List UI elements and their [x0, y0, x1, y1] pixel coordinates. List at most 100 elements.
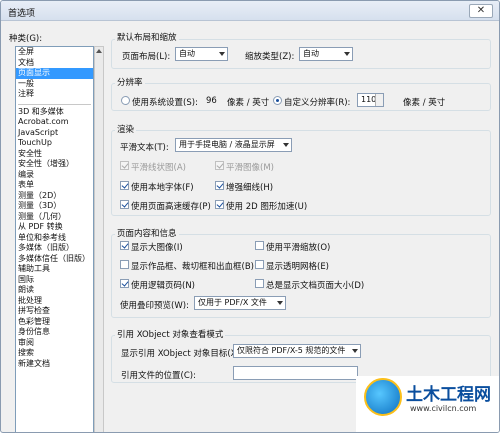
chevron-down-icon [283, 143, 289, 147]
category-item[interactable]: 色彩管理 [16, 317, 93, 328]
page-layout-select[interactable]: 自动 [175, 47, 228, 61]
page-layout-label: 页面布局(L): [122, 52, 171, 62]
preferences-window: 首选项 ✕ 种类(G): 全屏 文档 页面显示 一般 注释 3D 和多媒体 Acr… [0, 0, 500, 433]
category-item[interactable]: 从 PDF 转换 [16, 222, 93, 233]
chevron-down-icon [277, 301, 283, 305]
use-smooth-zoom-checkbox[interactable] [255, 241, 264, 250]
custom-resolution-input[interactable]: 110 [357, 93, 384, 107]
smooth-text-select[interactable]: 用于手提电脑 / 液晶显示屏 [175, 138, 292, 152]
use-logical-page-numbers-label: 使用逻辑页码(N) [131, 281, 195, 291]
custom-resolution-unit: 像素 / 英寸 [403, 98, 446, 108]
system-resolution-label: 使用系统设置(S): [132, 98, 198, 108]
category-item[interactable]: 3D 和多媒体 [16, 107, 93, 118]
category-item[interactable]: 安全性 [16, 149, 93, 160]
zoom-type-value: 自动 [303, 49, 319, 58]
category-item-documents[interactable]: 文档 [16, 58, 93, 69]
category-item[interactable]: 身份信息 [16, 327, 93, 338]
always-show-doc-page-size-checkbox[interactable] [255, 279, 264, 288]
category-item[interactable]: 新建文档 [16, 359, 93, 370]
xobject-location-label: 引用文件的位置(C): [121, 371, 196, 381]
use-local-fonts-checkbox[interactable] [120, 181, 129, 190]
category-item[interactable]: 朗读 [16, 285, 93, 296]
custom-resolution-radio[interactable] [273, 96, 282, 105]
xobject-show-label: 显示引用 XObject 对象目标(X): [121, 349, 243, 359]
xobject-show-value: 仅限符合 PDF/X-5 规范的文件 [237, 346, 346, 355]
chevron-down-icon [344, 52, 350, 56]
smooth-text-label: 平滑文本(T): [120, 143, 169, 153]
category-item[interactable]: 搜索 [16, 348, 93, 359]
category-item-general[interactable]: 一般 [16, 79, 93, 90]
layout-group-title: 默认布局和缩放 [115, 31, 179, 43]
xobject-location-input[interactable] [233, 366, 358, 380]
close-button[interactable]: ✕ [469, 4, 493, 18]
show-transparency-grid-checkbox[interactable] [255, 260, 264, 269]
chevron-down-icon [352, 349, 358, 353]
resolution-group-title: 分辨率 [115, 76, 145, 88]
watermark-name: 土木工程网 [406, 385, 491, 405]
overprint-preview-label: 使用叠印预览(W): [120, 301, 189, 311]
smooth-images-checkbox[interactable] [215, 161, 224, 170]
use-local-fonts-label: 使用本地字体(F) [131, 183, 194, 193]
system-resolution-radio[interactable] [121, 96, 130, 105]
category-items: 3D 和多媒体 Acrobat.com JavaScript TouchUp 安全性 安全… [16, 107, 93, 370]
category-item[interactable]: 测量（2D） [16, 191, 93, 202]
category-item-comments[interactable]: 注释 [16, 89, 93, 100]
watermark-logo: 土木工程网 www.civilcn.com [356, 376, 499, 432]
category-item-page-display[interactable]: 页面显示 [16, 68, 93, 79]
category-item[interactable]: 安全性（增强） [16, 159, 93, 170]
category-item-fullscreen[interactable]: 全屏 [16, 47, 93, 58]
categories-scrollbar[interactable] [94, 46, 104, 432]
window-title: 首选项 [8, 9, 36, 19]
show-transparency-grid-label: 显示透明网格(E) [266, 262, 330, 272]
xobject-group-title: 引用 XObject 对象查看模式 [115, 328, 226, 340]
page-content-group-title: 页面内容和信息 [115, 227, 179, 239]
show-large-images-checkbox[interactable] [120, 241, 129, 250]
title-bar: 首选项 ✕ [1, 1, 499, 21]
overprint-preview-select[interactable]: 仅用于 PDF/X 文件 [194, 296, 286, 310]
rendering-group-title: 渲染 [115, 123, 137, 135]
use-smooth-zoom-label: 使用平滑缩放(O) [266, 243, 331, 253]
category-item[interactable]: 批处理 [16, 296, 93, 307]
custom-resolution-label: 自定义分辨率(R): [284, 98, 351, 108]
chevron-down-icon [219, 52, 225, 56]
smooth-lineart-label: 平滑线状图(A) [131, 163, 186, 173]
category-item[interactable]: TouchUp [16, 138, 93, 149]
always-show-doc-page-size-label: 总是显示文档页面大小(D) [266, 281, 365, 291]
show-large-images-label: 显示大图像(I) [131, 243, 183, 253]
category-item[interactable]: 表单 [16, 180, 93, 191]
use-page-cache-checkbox[interactable] [120, 200, 129, 209]
category-item[interactable]: Acrobat.com [16, 117, 93, 128]
category-item[interactable]: 辅助工具 [16, 264, 93, 275]
category-item[interactable]: 编录 [16, 170, 93, 181]
categories-list[interactable]: 全屏 文档 页面显示 一般 注释 3D 和多媒体 Acrobat.com JavaS… [15, 46, 94, 432]
spinner-icon[interactable] [375, 94, 383, 106]
show-art-trim-label: 显示作品框、裁切框和出血框(B) [131, 262, 254, 272]
use-page-cache-label: 使用页面高速缓存(P) [131, 202, 211, 212]
scroll-up-icon[interactable] [96, 49, 102, 53]
show-art-trim-checkbox[interactable] [120, 260, 129, 269]
category-item[interactable]: JavaScript [16, 128, 93, 139]
category-item[interactable]: 单位和参考线 [16, 233, 93, 244]
smooth-text-value: 用于手提电脑 / 液晶显示屏 [179, 140, 275, 149]
custom-resolution-value: 110 [361, 95, 377, 104]
site-logo-icon [364, 378, 402, 416]
system-resolution-value: 96 [206, 96, 217, 106]
use-2d-gpu-checkbox[interactable] [215, 200, 224, 209]
smooth-images-label: 平滑图像(M) [226, 163, 274, 173]
category-item[interactable]: 测量（3D） [16, 201, 93, 212]
category-item[interactable]: 多媒体（旧版） [16, 243, 93, 254]
use-logical-page-numbers-checkbox[interactable] [120, 279, 129, 288]
category-item[interactable]: 国际 [16, 275, 93, 286]
use-2d-gpu-label: 使用 2D 图形加速(U) [226, 202, 308, 212]
zoom-type-select[interactable]: 自动 [299, 47, 353, 61]
smooth-lineart-checkbox[interactable] [120, 161, 129, 170]
category-item[interactable]: 拼写检查 [16, 306, 93, 317]
category-item[interactable]: 测量（几何） [16, 212, 93, 223]
overprint-preview-value: 仅用于 PDF/X 文件 [198, 298, 267, 307]
watermark-url: www.civilcn.com [410, 404, 477, 413]
category-item[interactable]: 审阅 [16, 338, 93, 349]
category-item[interactable]: 多媒体信任（旧版） [16, 254, 93, 265]
enhance-thin-lines-checkbox[interactable] [215, 181, 224, 190]
xobject-show-select[interactable]: 仅限符合 PDF/X-5 规范的文件 [233, 344, 361, 358]
system-resolution-unit: 像素 / 英寸 [227, 98, 270, 108]
